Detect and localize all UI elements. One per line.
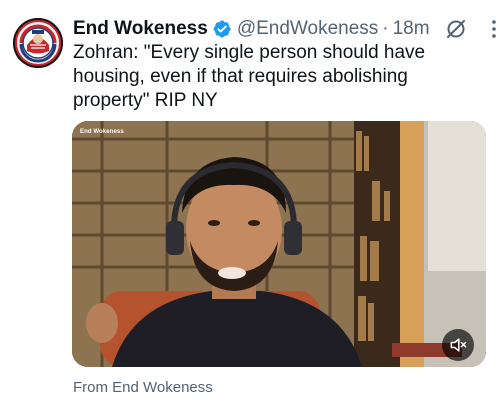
source-attribution[interactable]: From End Wokeness bbox=[73, 379, 213, 396]
grok-icon[interactable] bbox=[444, 17, 468, 41]
handle[interactable]: @EndWokeness bbox=[237, 18, 378, 40]
tweet-text: Zohran: "Every single person should have… bbox=[73, 42, 426, 111]
display-name[interactable]: End Wokeness bbox=[73, 18, 208, 40]
video-overlay-label: End Wokeness bbox=[80, 129, 124, 135]
more-options-icon[interactable] bbox=[482, 17, 500, 41]
tweet-header: End Wokeness @EndWokeness · 18m bbox=[73, 17, 496, 41]
timestamp[interactable]: 18m bbox=[393, 18, 430, 40]
video-frame bbox=[72, 121, 486, 367]
video-player[interactable]: End Wokeness bbox=[72, 121, 486, 367]
mute-button[interactable] bbox=[442, 329, 474, 361]
separator: · bbox=[382, 18, 389, 39]
muted-speaker-icon bbox=[450, 338, 467, 352]
verified-badge-icon[interactable] bbox=[212, 19, 232, 39]
tweet[interactable]: End Wokeness @EndWokeness · 18m Zohran: … bbox=[0, 0, 500, 408]
avatar[interactable] bbox=[13, 18, 63, 68]
